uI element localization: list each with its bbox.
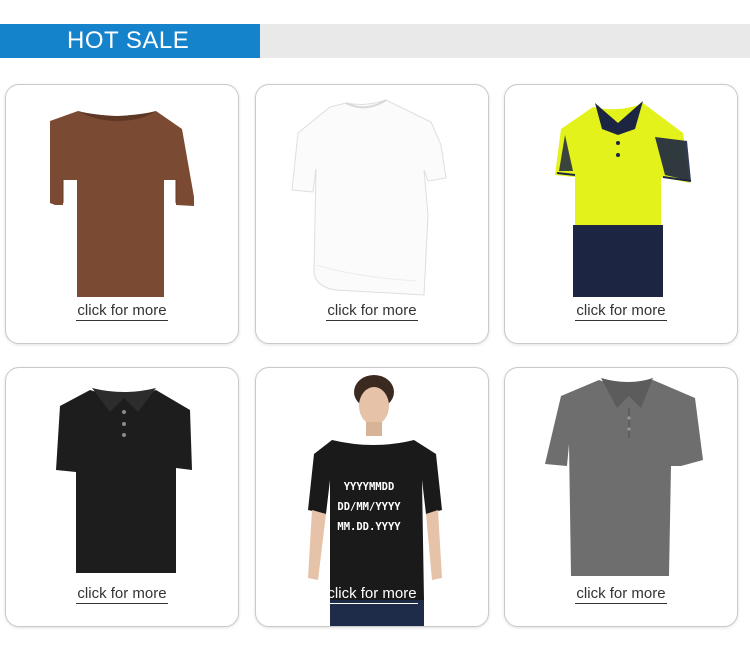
click-for-more-link[interactable]: click for more xyxy=(256,302,488,321)
click-for-more-link[interactable]: click for more xyxy=(6,302,238,321)
print-line-2: DD/MM/YYYY xyxy=(337,501,401,513)
product-card-hi-vis-polo[interactable]: click for more xyxy=(504,84,738,344)
product-card-model-printed-tshirt[interactable]: YYYYMMDD DD/MM/YYYY MM.DD.YYYY click for… xyxy=(255,367,489,627)
banner-title: HOT SALE xyxy=(67,27,190,54)
click-for-more-link[interactable]: click for more xyxy=(505,585,737,604)
banner-tab: HOT SALE xyxy=(0,24,260,58)
product-card-black-polo[interactable]: click for more xyxy=(5,367,239,627)
click-for-more-link[interactable]: click for more xyxy=(505,302,737,321)
hot-sale-banner: HOT SALE xyxy=(0,24,750,58)
click-for-more-link[interactable]: click for more xyxy=(256,585,488,604)
print-line-1: YYYYMMDD xyxy=(344,481,395,493)
product-card-grey-polo[interactable]: click for more xyxy=(504,367,738,627)
product-card-white-tshirt[interactable]: click for more xyxy=(255,84,489,344)
print-line-3: MM.DD.YYYY xyxy=(337,521,401,533)
product-card-brown-tshirt[interactable]: click for more xyxy=(5,84,239,344)
click-for-more-link[interactable]: click for more xyxy=(6,585,238,604)
